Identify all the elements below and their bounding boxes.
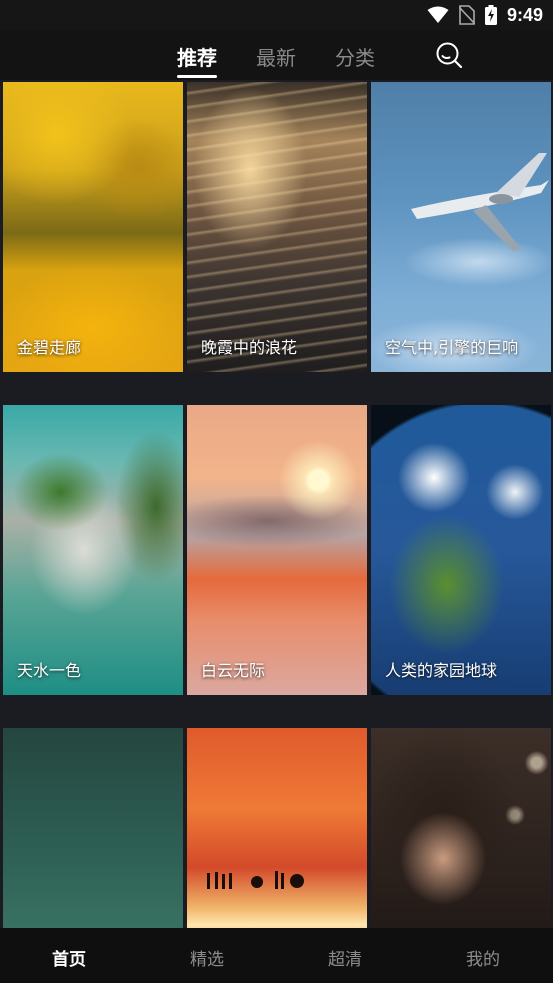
wifi-icon	[427, 6, 449, 23]
card-title: 白云无际	[201, 661, 266, 680]
nav-home[interactable]: 首页	[52, 945, 86, 970]
ocean-waves-image	[3, 728, 183, 928]
wallpaper-grid: 金碧走廊 晚霞中的浪花 空气中,引擎的巨响 天水一色 白云无际 人类的家园地球	[0, 80, 553, 928]
woman-portrait-image	[371, 728, 551, 928]
card-title: 晚霞中的浪花	[201, 338, 298, 357]
airplane-icon	[411, 153, 549, 251]
tab-recommended[interactable]: 推荐	[177, 42, 217, 71]
wallpaper-card[interactable]	[371, 728, 551, 928]
wallpaper-card[interactable]: 白云无际	[187, 405, 367, 695]
wallpaper-card[interactable]: 空气中,引擎的巨响	[371, 82, 551, 372]
silhouettes-icon	[207, 871, 304, 889]
nav-featured[interactable]: 精选	[190, 945, 224, 970]
wallpaper-card[interactable]	[3, 728, 183, 928]
status-time: 9:49	[506, 4, 543, 25]
sea-of-clouds-image	[187, 405, 367, 695]
status-bar: 9:49	[0, 0, 553, 30]
battery-charging-icon	[484, 5, 497, 25]
golden-corridor-image	[3, 82, 183, 372]
active-tab-indicator	[177, 75, 217, 78]
sunset-waves-image	[187, 82, 367, 372]
tab-categories[interactable]: 分类	[335, 42, 375, 71]
status-icons: 9:49	[427, 4, 543, 26]
wallpaper-card[interactable]: 天水一色	[3, 405, 183, 695]
wallpaper-card[interactable]: 晚霞中的浪花	[187, 82, 367, 372]
top-navigation: 推荐 最新 分类	[0, 30, 553, 80]
nav-ultra-hd[interactable]: 超清	[328, 945, 362, 970]
island-sea-image	[3, 405, 183, 695]
wallpaper-card[interactable]	[187, 728, 367, 928]
nav-mine[interactable]: 我的	[466, 945, 500, 970]
wallpaper-card[interactable]: 人类的家园地球	[371, 405, 551, 695]
no-sim-icon	[458, 5, 475, 25]
search-icon[interactable]	[435, 41, 463, 69]
card-title: 人类的家园地球	[385, 661, 498, 680]
wallpaper-card[interactable]: 金碧走廊	[3, 82, 183, 372]
bottom-navigation: 首页 精选 超清 我的	[0, 928, 553, 983]
card-title: 天水一色	[17, 661, 82, 680]
card-title: 空气中,引擎的巨响	[385, 338, 519, 357]
earth-planet-image	[371, 405, 551, 695]
card-title: 金碧走廊	[17, 338, 82, 357]
tab-latest[interactable]: 最新	[256, 42, 296, 71]
